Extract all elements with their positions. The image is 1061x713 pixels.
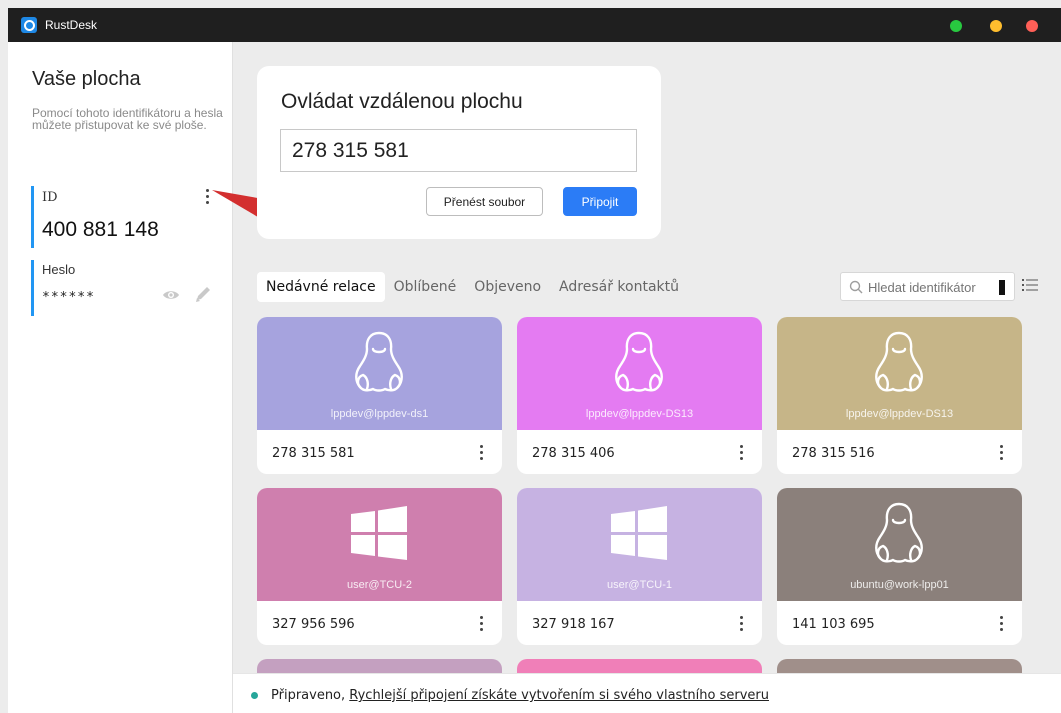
peer-more-icon[interactable] bbox=[475, 443, 487, 461]
peer-card[interactable]: user@TCU-2 327 956 596 bbox=[257, 488, 502, 645]
peer-card-footer: 278 315 406 bbox=[517, 430, 762, 474]
peer-id: 327 918 167 bbox=[532, 617, 615, 632]
windows-icon bbox=[351, 506, 407, 560]
peer-hostname: lppdev@lppdev-DS13 bbox=[585, 408, 694, 420]
minimize-button[interactable] bbox=[990, 20, 1002, 32]
peer-hostname: lppdev@lppdev-DS13 bbox=[845, 408, 954, 420]
tab-recent-sessions[interactable]: Nedávné relace bbox=[257, 272, 385, 302]
search-input[interactable] bbox=[868, 275, 1003, 299]
status-ready-text: Připraveno, bbox=[271, 688, 350, 703]
peer-card-header: ubuntu@work-lpp01 bbox=[777, 488, 1022, 601]
transfer-file-button[interactable]: Přenést soubor bbox=[426, 187, 543, 216]
rustdesk-window: RustDesk Vaše plocha Pomocí tohoto ident… bbox=[0, 0, 1061, 713]
peer-card-footer: 327 918 167 bbox=[517, 601, 762, 645]
status-bar: Připraveno, Rychlejší připojení získáte … bbox=[233, 673, 1061, 713]
peer-id: 278 315 406 bbox=[532, 446, 615, 461]
peer-hostname: ubuntu@work-lpp01 bbox=[850, 579, 949, 591]
peer-card-header: user@TCU-1 bbox=[517, 488, 762, 601]
peer-more-icon[interactable] bbox=[995, 443, 1007, 461]
peer-hostname: user@TCU-1 bbox=[607, 579, 672, 591]
peer-card-footer: 327 956 596 bbox=[257, 601, 502, 645]
tab-favorites[interactable]: Oblíbené bbox=[385, 272, 466, 302]
sidebar: Vaše plocha Pomocí tohoto identifikátoru… bbox=[8, 42, 233, 713]
peer-hostname: user@TCU-2 bbox=[347, 579, 412, 591]
linux-icon bbox=[355, 331, 403, 392]
close-button[interactable] bbox=[1026, 20, 1038, 32]
id-section: ID 400 881 148 bbox=[31, 186, 221, 248]
maximize-button[interactable] bbox=[950, 20, 962, 32]
tab-address-book[interactable]: Adresář kontaktů bbox=[550, 272, 688, 302]
peer-card[interactable]: lppdev@lppdev-DS13 278 315 516 bbox=[777, 317, 1022, 474]
linux-icon bbox=[615, 331, 663, 392]
peer-card[interactable]: lppdev@lppdev-ds1 278 315 581 bbox=[257, 317, 502, 474]
remote-id-input[interactable] bbox=[280, 129, 637, 172]
pencil-icon[interactable] bbox=[194, 284, 212, 304]
search-icon bbox=[849, 280, 863, 294]
password-label: Heslo bbox=[42, 262, 76, 277]
own-server-link[interactable]: Rychlejší připojení získáte vytvořením s… bbox=[349, 688, 769, 703]
peer-card[interactable]: lppdev@lppdev-DS13 278 315 406 bbox=[517, 317, 762, 474]
peer-card-header: lppdev@lppdev-DS13 bbox=[777, 317, 1022, 430]
peer-more-icon[interactable] bbox=[735, 443, 747, 461]
windows-icon bbox=[611, 506, 667, 560]
linux-icon bbox=[875, 331, 923, 392]
peer-more-icon[interactable] bbox=[735, 614, 747, 632]
peer-id: 141 103 695 bbox=[792, 617, 875, 632]
status-text: Připraveno, Rychlejší připojení získáte … bbox=[271, 688, 769, 703]
remote-control-title: Ovládat vzdálenou plochu bbox=[281, 90, 523, 113]
password-section: Heslo ****** bbox=[31, 260, 221, 316]
password-value[interactable]: ****** bbox=[42, 290, 95, 305]
peer-card-header: user@TCU-2 bbox=[257, 488, 502, 601]
peer-card-footer: 278 315 516 bbox=[777, 430, 1022, 474]
title-bar: RustDesk bbox=[8, 8, 1061, 42]
peer-card-header: lppdev@lppdev-ds1 bbox=[257, 317, 502, 430]
peer-more-icon[interactable] bbox=[995, 614, 1007, 632]
peer-card[interactable]: ubuntu@work-lpp01 141 103 695 bbox=[777, 488, 1022, 645]
peer-card[interactable]: user@TCU-1 327 918 167 bbox=[517, 488, 762, 645]
peer-hostname: lppdev@lppdev-ds1 bbox=[330, 408, 429, 420]
remote-control-card: Ovládat vzdálenou plochu Přenést soubor … bbox=[257, 66, 661, 239]
eye-icon[interactable] bbox=[162, 288, 180, 302]
status-indicator-icon bbox=[251, 692, 258, 699]
peer-card-footer: 141 103 695 bbox=[777, 601, 1022, 645]
peer-id: 278 315 581 bbox=[272, 446, 355, 461]
tab-discovered[interactable]: Objeveno bbox=[465, 272, 550, 302]
peer-card-footer: 278 315 581 bbox=[257, 430, 502, 474]
peer-id: 327 956 596 bbox=[272, 617, 355, 632]
peer-more-icon[interactable] bbox=[475, 614, 487, 632]
list-view-icon[interactable] bbox=[1022, 278, 1038, 292]
sidebar-title: Vaše plocha bbox=[32, 68, 141, 90]
id-value[interactable]: 400 881 148 bbox=[42, 218, 159, 242]
linux-icon bbox=[875, 502, 923, 563]
connect-button[interactable]: Připojit bbox=[563, 187, 637, 216]
text-cursor bbox=[999, 280, 1005, 295]
peer-id: 278 315 516 bbox=[792, 446, 875, 461]
sidebar-description: Pomocí tohoto identifikátoru a hesla můž… bbox=[32, 106, 223, 132]
id-label: ID bbox=[42, 190, 58, 205]
search-field[interactable] bbox=[840, 272, 1015, 301]
peer-tabs: Nedávné relace Oblíbené Objeveno Adresář… bbox=[257, 272, 688, 302]
window-title: RustDesk bbox=[45, 18, 98, 32]
peer-card-header: lppdev@lppdev-DS13 bbox=[517, 317, 762, 430]
rustdesk-logo-icon bbox=[21, 17, 37, 33]
